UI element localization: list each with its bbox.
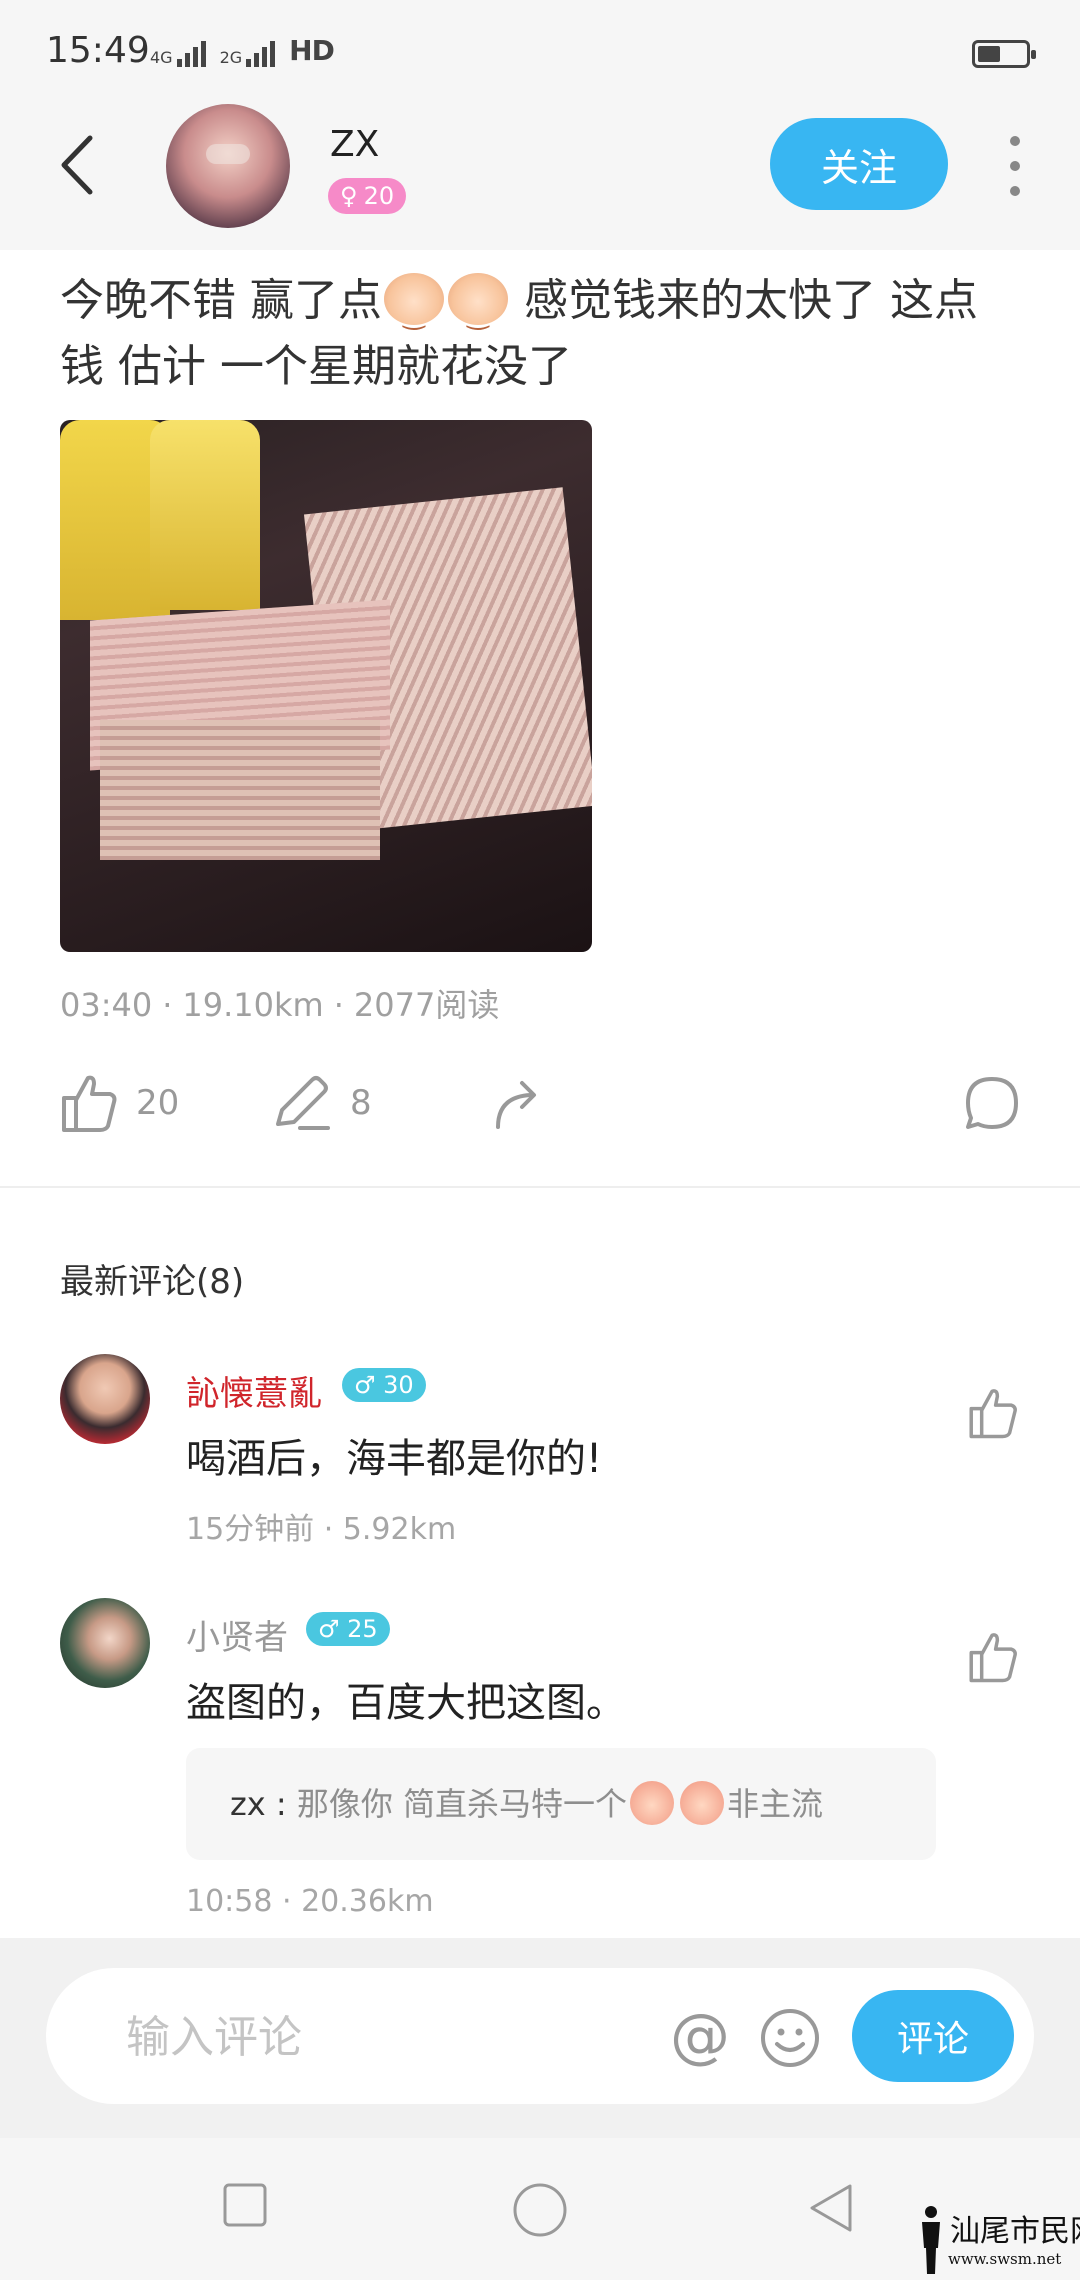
- signal-4g: 4G: [150, 39, 206, 67]
- signal-bars-icon: [176, 39, 206, 67]
- post-text: 今晚不错 赢了点 感觉钱来的太快了 这点钱 估计 一个星期就花没了: [60, 268, 1020, 400]
- square-icon: [223, 2183, 267, 2227]
- reply-text: 那像你 简直杀马特一个: [296, 1785, 628, 1823]
- gender-age-badge: ♂ 30: [342, 1368, 426, 1402]
- comment-text: 喝酒后，海丰都是你的!: [186, 1436, 603, 1482]
- avatar[interactable]: [166, 104, 290, 228]
- user-name[interactable]: ZX: [330, 124, 379, 165]
- signal-bars-icon: [246, 39, 276, 67]
- male-icon: ♂: [318, 1615, 340, 1643]
- comment-meta: 10:58 · 20.36km: [186, 1884, 434, 1919]
- emoji-button[interactable]: [758, 2006, 822, 2070]
- follow-button[interactable]: 关注: [770, 118, 948, 210]
- like-count: 20: [136, 1083, 180, 1123]
- age-label: 20: [363, 182, 395, 210]
- age-label: 30: [383, 1371, 414, 1399]
- profile-header: ZX ♀ 20 关注: [0, 100, 1080, 250]
- divider: [0, 1186, 1080, 1188]
- reply-box[interactable]: zx : 那像你 简直杀马特一个 非主流: [186, 1748, 936, 1860]
- home-button[interactable]: [512, 2182, 568, 2242]
- thumbs-up-icon: [62, 1075, 117, 1132]
- thumbs-up-icon: [969, 1389, 1017, 1439]
- write-comment-button[interactable]: 8: [272, 1068, 372, 1138]
- circle-icon: [513, 2183, 567, 2237]
- dot-icon: [1010, 186, 1020, 196]
- comment-input-bar: @ 评论: [0, 1938, 1080, 2138]
- smile-emoji-icon: [384, 273, 444, 349]
- commenter-name[interactable]: 小贤者: [186, 1610, 288, 1659]
- person-silhouette-icon: [922, 2206, 940, 2274]
- reply-user: zx :: [230, 1785, 297, 1823]
- commenter-name[interactable]: 訫懐薏亂: [186, 1366, 322, 1415]
- comment-like-button[interactable]: [966, 1386, 1020, 1440]
- battery-icon: [972, 40, 1036, 68]
- smiley-icon: [761, 2009, 819, 2067]
- submit-comment-button[interactable]: 评论: [852, 1990, 1014, 2082]
- more-options-button[interactable]: [1000, 136, 1030, 196]
- gender-age-badge: ♂ 25: [306, 1612, 390, 1646]
- like-button[interactable]: 20: [60, 1068, 179, 1138]
- watermark: 汕尾市民网 www.swsm.net: [912, 2200, 1080, 2280]
- male-icon: ♂: [354, 1371, 376, 1399]
- chat-bubble-icon: [966, 1077, 1018, 1129]
- comment-count: 8: [350, 1083, 372, 1123]
- comment-input[interactable]: [126, 2002, 686, 2072]
- age-label: 25: [347, 1615, 378, 1643]
- gender-age-badge: ♀ 20: [328, 178, 407, 214]
- status-bar: 15:49 4G 2G HD: [0, 0, 1080, 110]
- back-nav-button[interactable]: [806, 2182, 856, 2238]
- post-image[interactable]: [60, 420, 592, 952]
- share-icon: [496, 1081, 536, 1129]
- watermark-url: www.swsm.net: [948, 2250, 1062, 2268]
- reply-suffix: 非主流: [727, 1785, 824, 1823]
- comment-meta: 15分钟前 · 5.92km: [186, 1512, 457, 1547]
- laugh-emoji-icon: [630, 1781, 675, 1825]
- avatar[interactable]: [60, 1354, 150, 1444]
- share-button[interactable]: [492, 1068, 546, 1138]
- network-indicators: 4G 2G HD: [150, 34, 335, 67]
- laugh-emoji-icon: [680, 1781, 725, 1825]
- input-pill: @ 评论: [46, 1968, 1034, 2104]
- signal-2g: 2G: [220, 39, 276, 67]
- triangle-back-icon: [810, 2184, 852, 2232]
- at-icon: @: [670, 2001, 730, 2071]
- status-time: 15:49: [46, 30, 150, 71]
- chevron-left-icon: [61, 135, 93, 195]
- post-distance: 19.10km: [182, 986, 324, 1024]
- comments-title: 最新评论(8): [60, 1262, 245, 1302]
- post-time: 03:40: [60, 986, 153, 1024]
- comment-text: 盗图的，百度大把这图。: [186, 1680, 626, 1726]
- back-button[interactable]: [50, 130, 110, 200]
- thumbs-up-icon: [969, 1633, 1017, 1683]
- female-icon: ♀: [340, 182, 358, 210]
- avatar[interactable]: [60, 1598, 150, 1688]
- mention-button[interactable]: @: [668, 2006, 732, 2070]
- dot-icon: [1010, 161, 1020, 171]
- comment-like-button[interactable]: [966, 1630, 1020, 1684]
- post-reads: 2077阅读: [353, 986, 500, 1024]
- watermark-text: 汕尾市民网: [950, 2214, 1080, 2249]
- hd-icon: HD: [289, 34, 335, 67]
- recent-apps-button[interactable]: [222, 2182, 268, 2232]
- dot-icon: [1010, 136, 1020, 146]
- post-meta: 03:40 · 19.10km · 2077阅读: [60, 986, 500, 1024]
- smile-emoji-icon: [448, 273, 508, 349]
- pencil-icon: [276, 1076, 330, 1130]
- chat-button[interactable]: [962, 1068, 1022, 1138]
